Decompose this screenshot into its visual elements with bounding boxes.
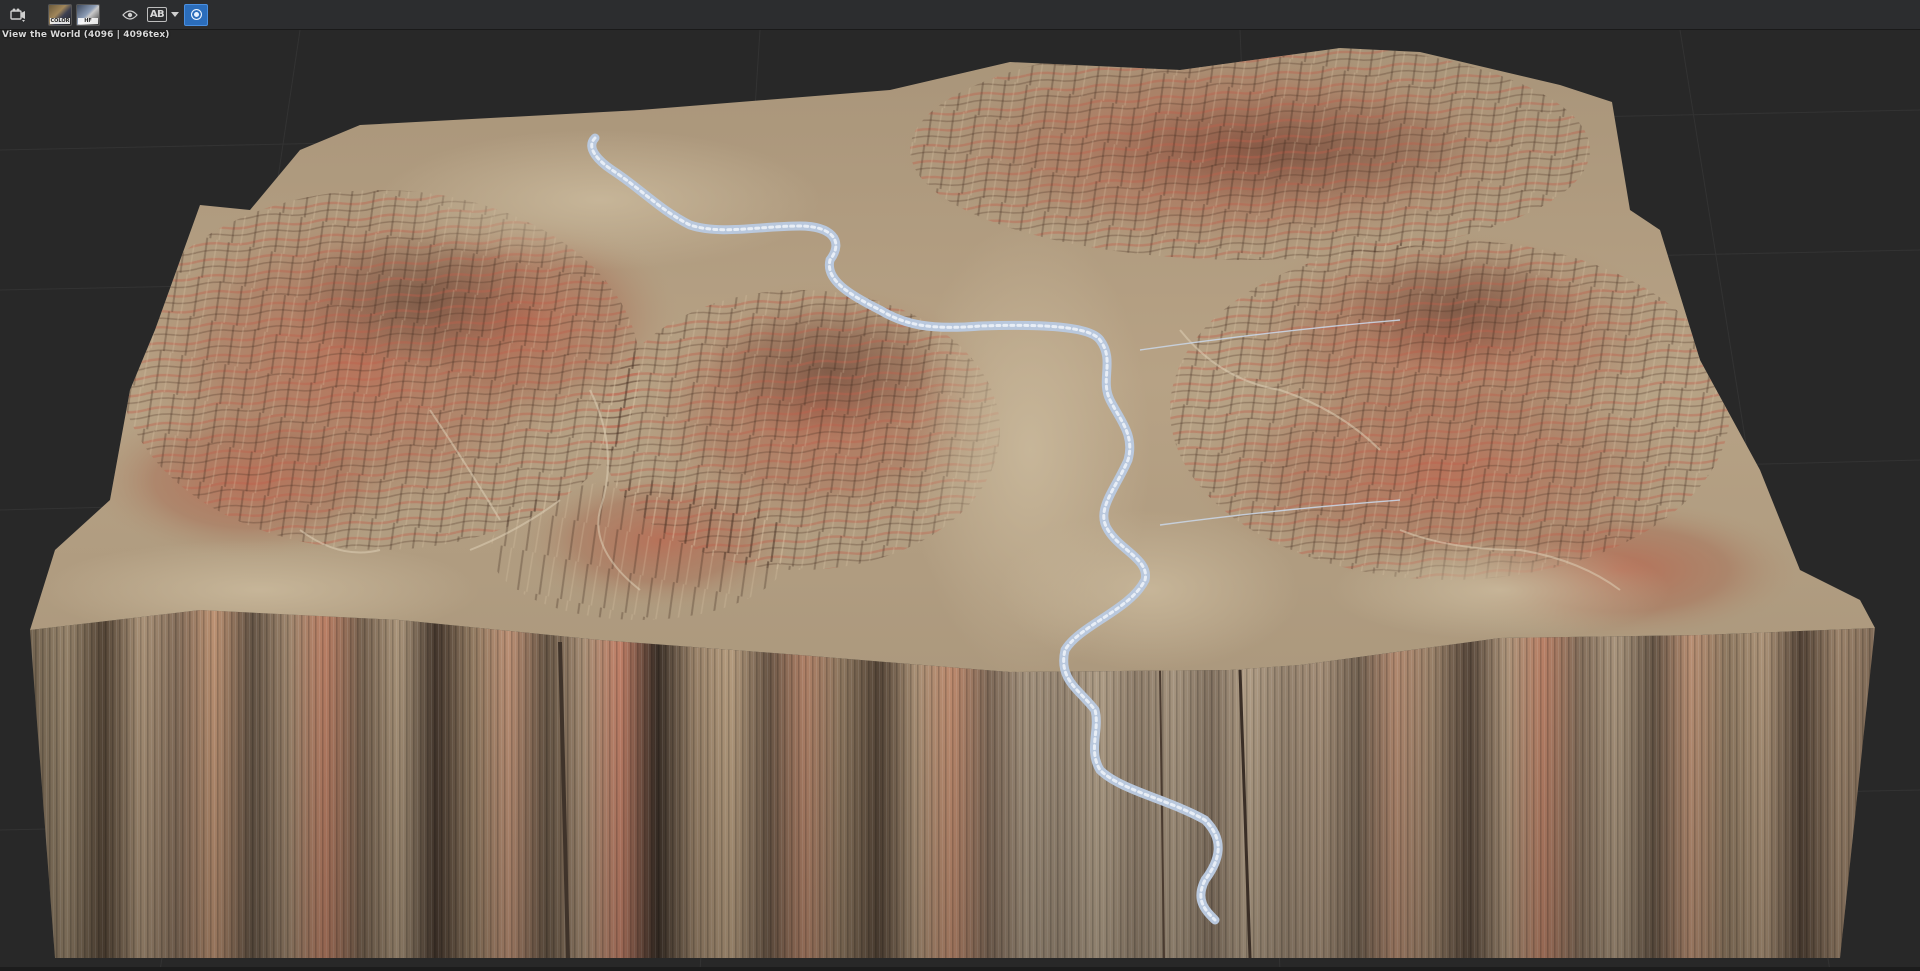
thumbnail-caption: HF [78, 17, 98, 24]
3d-viewport[interactable]: View the World (4096 | 4096tex) [0, 30, 1920, 971]
viewport-title: View the World (4096 | 4096tex) [2, 30, 170, 40]
viewport-toolbar: COLOR HF AB [0, 0, 1920, 30]
terrain-viewer-app: COLOR HF AB View the World (4096 | 4096t… [0, 0, 1920, 971]
ab-compare-label: AB [146, 7, 168, 22]
terrain-render [0, 30, 1920, 971]
render-mode-active-icon[interactable] [184, 3, 208, 26]
camera-settings-icon[interactable] [6, 3, 30, 27]
render-mode-dot-icon [190, 9, 202, 20]
visibility-eye-icon[interactable] [118, 3, 142, 27]
thumbnail-caption: COLOR [50, 17, 70, 24]
heightfield-preview-thumbnail-icon[interactable]: HF [76, 3, 100, 26]
terrain-preview-thumbnail-icon[interactable]: COLOR [48, 3, 72, 26]
chevron-down-icon [171, 12, 180, 17]
viewport-bottom-border [0, 967, 1920, 971]
ab-compare-dropdown[interactable]: AB [146, 3, 180, 27]
